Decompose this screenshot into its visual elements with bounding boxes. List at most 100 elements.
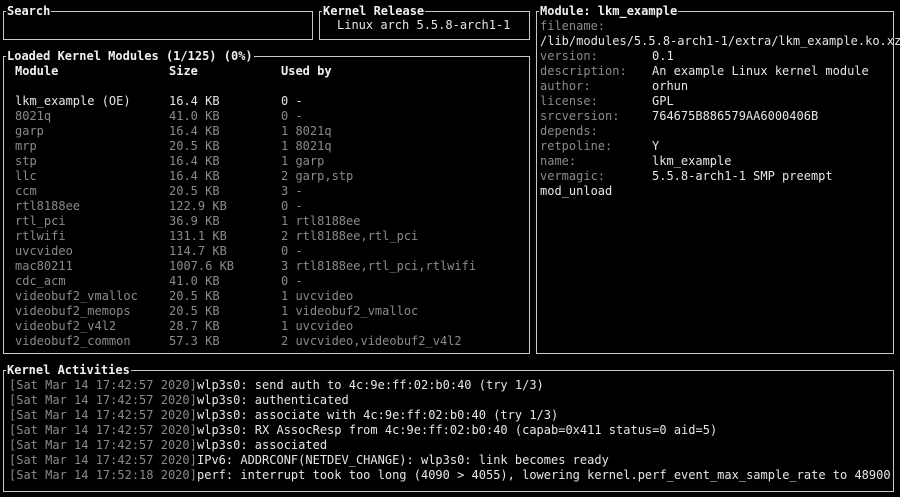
log-message: wlp3s0: authenticated — [197, 393, 349, 407]
module-name: 8021q — [15, 109, 52, 123]
log-entry: [Sat Mar 14 17:42:57 2020] wlp3s0: associ… — [4, 438, 889, 453]
table-row[interactable]: mac80211 1007.6 KB 3 rtl8188ee,rtl_pci,rtl… — [4, 259, 524, 274]
module-name: uvcvideo — [15, 244, 73, 258]
module-used-by: 1 videobuf2_vmalloc — [281, 304, 419, 318]
table-row[interactable]: rtlwifi 131.1 KB 2 rtl8188ee,rtl_pci — [4, 229, 524, 244]
module-size: 131.1 KB — [169, 229, 227, 243]
log-timestamp: [Sat Mar 14 17:52:18 2020] — [9, 468, 197, 482]
table-row[interactable]: stp 16.4 KB 1 garp — [4, 154, 524, 169]
module-used-by: 1 8021q — [281, 139, 332, 153]
module-name: llc — [15, 169, 37, 183]
module-used-by: 1 uvcvideo — [281, 289, 354, 303]
module-name: rtl_pci — [15, 214, 66, 228]
column-header-used-by: Used by — [281, 64, 332, 78]
table-row[interactable]: uvcvideo 114.7 KB 0 - — [4, 244, 524, 259]
info-field-label: description: — [540, 64, 627, 78]
log-timestamp: [Sat Mar 14 17:42:57 2020] — [9, 393, 197, 407]
table-row[interactable]: videobuf2_vmalloc 20.5 KB 1 uvcvideo — [4, 289, 524, 304]
module-used-by: 0 - — [281, 109, 303, 123]
log-timestamp: [Sat Mar 14 17:42:57 2020] — [9, 438, 197, 452]
info-field-value: lkm_example — [652, 154, 732, 168]
search-panel[interactable]: Search — [3, 4, 313, 40]
table-row[interactable]: lkm_example (OE) 16.4 KB 0 - — [4, 94, 524, 109]
module-name: videobuf2_v4l2 — [15, 319, 117, 333]
log-message: wlp3s0: send auth to 4c:9e:ff:02:b0:40 (… — [197, 378, 544, 392]
column-header-module: Module — [15, 64, 59, 78]
module-name: mrp — [15, 139, 37, 153]
table-row[interactable]: mrp 20.5 KB 1 8021q — [4, 139, 524, 154]
module-used-by: 1 garp — [281, 154, 325, 168]
module-size: 20.5 KB — [169, 184, 220, 198]
modules-title: Loaded Kernel Modules (1/125) (0%) — [6, 49, 254, 63]
modules-panel[interactable]: Loaded Kernel Modules (1/125) (0%) Modul… — [3, 49, 530, 354]
info-field-label: license: — [540, 94, 598, 108]
log-message: wlp3s0: RX AssocResp from 4c:9e:ff:02:b0… — [197, 423, 718, 437]
log-entry: [Sat Mar 14 17:42:57 2020] IPv6: ADDRCONF… — [4, 453, 889, 468]
module-size: 16.4 KB — [169, 94, 220, 108]
module-used-by: 3 - — [281, 184, 303, 198]
table-row[interactable]: rtl8188ee 122.9 KB 0 - — [4, 199, 524, 214]
table-row[interactable]: rtl_pci 36.9 KB 1 rtl8188ee — [4, 214, 524, 229]
info-field-value: 0.1 — [652, 49, 674, 63]
module-name: videobuf2_vmalloc — [15, 289, 138, 303]
module-name: garp — [15, 124, 44, 138]
module-size: 1007.6 KB — [169, 259, 235, 273]
log-entry: [Sat Mar 14 17:42:57 2020] wlp3s0: send a… — [4, 378, 889, 393]
info-field-label: vermagic: — [540, 169, 606, 183]
module-name: lkm_example (OE) — [15, 94, 131, 108]
module-size: 20.5 KB — [169, 139, 220, 153]
log-timestamp: [Sat Mar 14 17:42:57 2020] — [9, 408, 197, 422]
module-used-by: 2 uvcvideo,videobuf2_v4l2 — [281, 334, 462, 348]
module-size: 28.7 KB — [169, 319, 220, 333]
module-used-by: 1 rtl8188ee — [281, 214, 361, 228]
module-name: rtl8188ee — [15, 199, 81, 213]
module-used-by: 0 - — [281, 199, 303, 213]
module-size: 16.4 KB — [169, 154, 220, 168]
module-size: 16.4 KB — [169, 124, 220, 138]
table-row[interactable]: cdc_acm 41.0 KB 0 - — [4, 274, 524, 289]
module-used-by: 1 8021q — [281, 124, 332, 138]
log-timestamp: [Sat Mar 14 17:42:57 2020] — [9, 378, 197, 392]
filename-value: /lib/modules/5.5.8-arch1-1/extra/lkm_exa… — [540, 34, 900, 48]
filename-label: filename: — [540, 19, 606, 33]
info-field-value: GPL — [652, 94, 674, 108]
module-name: mac80211 — [15, 259, 73, 273]
module-size: 41.0 KB — [169, 274, 220, 288]
module-name: stp — [15, 154, 37, 168]
module-size: 57.3 KB — [169, 334, 220, 348]
info-field-value: orhun — [652, 79, 689, 93]
module-size: 41.0 KB — [169, 109, 220, 123]
info-field-label: name: — [540, 154, 577, 168]
module-info-panel[interactable]: Module: lkm_example filename: /lib/modul… — [536, 4, 900, 354]
info-field-value: 5.5.8-arch1-1 SMP preempt — [652, 169, 833, 183]
info-field-value: An example Linux kernel module — [652, 64, 869, 78]
table-row[interactable]: videobuf2_v4l2 28.7 KB 1 uvcvideo — [4, 319, 524, 334]
kernel-release-value: Linux arch 5.5.8-arch1-1 — [337, 18, 511, 32]
table-row[interactable]: 8021q 41.0 KB 0 - — [4, 109, 524, 124]
module-name: videobuf2_common — [15, 334, 131, 348]
log-timestamp: [Sat Mar 14 17:42:57 2020] — [9, 423, 197, 437]
kernel-release-title: Kernel Release — [322, 4, 426, 18]
table-row[interactable]: llc 16.4 KB 2 garp,stp — [4, 169, 524, 184]
log-entry: [Sat Mar 14 17:42:57 2020] wlp3s0: associ… — [4, 408, 889, 423]
module-used-by: 2 rtl8188ee,rtl_pci — [281, 229, 419, 243]
activities-panel[interactable]: Kernel Activities [Sat Mar 14 17:42:57 2… — [3, 363, 894, 492]
search-title: Search — [6, 4, 52, 18]
log-entry: [Sat Mar 14 17:52:18 2020] perf: interrup… — [4, 468, 891, 483]
table-row[interactable]: ccm 20.5 KB 3 - — [4, 184, 524, 199]
table-row[interactable]: videobuf2_common 57.3 KB 2 uvcvideo,videob… — [4, 334, 524, 349]
info-field-label: depends: — [540, 124, 598, 138]
module-size: 114.7 KB — [169, 244, 227, 258]
log-message: wlp3s0: associate with 4c:9e:ff:02:b0:40… — [197, 408, 559, 422]
table-row[interactable]: videobuf2_memops 20.5 KB 1 videobuf2_vmall… — [4, 304, 524, 319]
info-field-label: author: — [540, 79, 591, 93]
info-field-label: retpoline: — [540, 139, 613, 153]
module-name: ccm — [15, 184, 37, 198]
module-used-by: 0 - — [281, 244, 303, 258]
module-used-by: 1 uvcvideo — [281, 319, 354, 333]
log-entry: [Sat Mar 14 17:42:57 2020] wlp3s0: RX Ass… — [4, 423, 889, 438]
module-name: videobuf2_memops — [15, 304, 131, 318]
table-row[interactable]: garp 16.4 KB 1 8021q — [4, 124, 524, 139]
module-size: 20.5 KB — [169, 289, 220, 303]
info-field-value: 764675B886579AA6000406B — [652, 109, 819, 123]
